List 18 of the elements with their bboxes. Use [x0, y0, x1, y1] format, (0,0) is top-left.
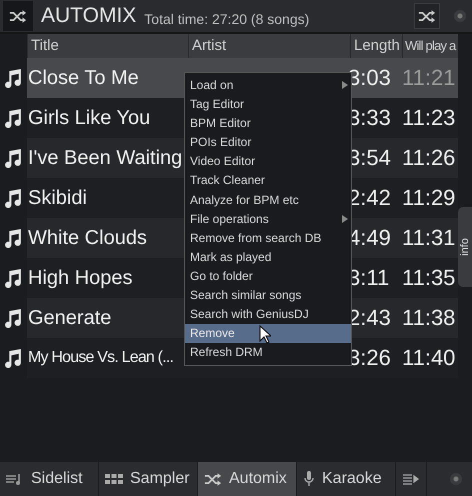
- track-title: My House Vs. Lean (...: [27, 349, 174, 367]
- total-time: Total time: 27:20 (8 songs): [144, 10, 310, 26]
- track-title: White Clouds: [27, 226, 147, 250]
- play-time: 11:21: [402, 65, 456, 91]
- track-title: Skibidi: [27, 186, 87, 210]
- play-time: 11:38: [402, 305, 456, 331]
- panel-title: AUTOMIX: [41, 4, 136, 28]
- track-title: High Hopes: [27, 266, 133, 290]
- play-time: 11:31: [402, 225, 456, 251]
- track-title: I've Been Waiting: [27, 146, 182, 170]
- play-time: 11:40: [402, 345, 456, 371]
- play-time: 11:26: [402, 145, 456, 171]
- track-title: Girls Like You: [27, 106, 150, 130]
- track-title: Generate: [27, 306, 112, 330]
- play-time: 11:29: [402, 185, 456, 211]
- play-time: 11:35: [402, 265, 456, 291]
- play-time: 11:23: [402, 105, 456, 131]
- track-title: Close To Me: [27, 66, 139, 90]
